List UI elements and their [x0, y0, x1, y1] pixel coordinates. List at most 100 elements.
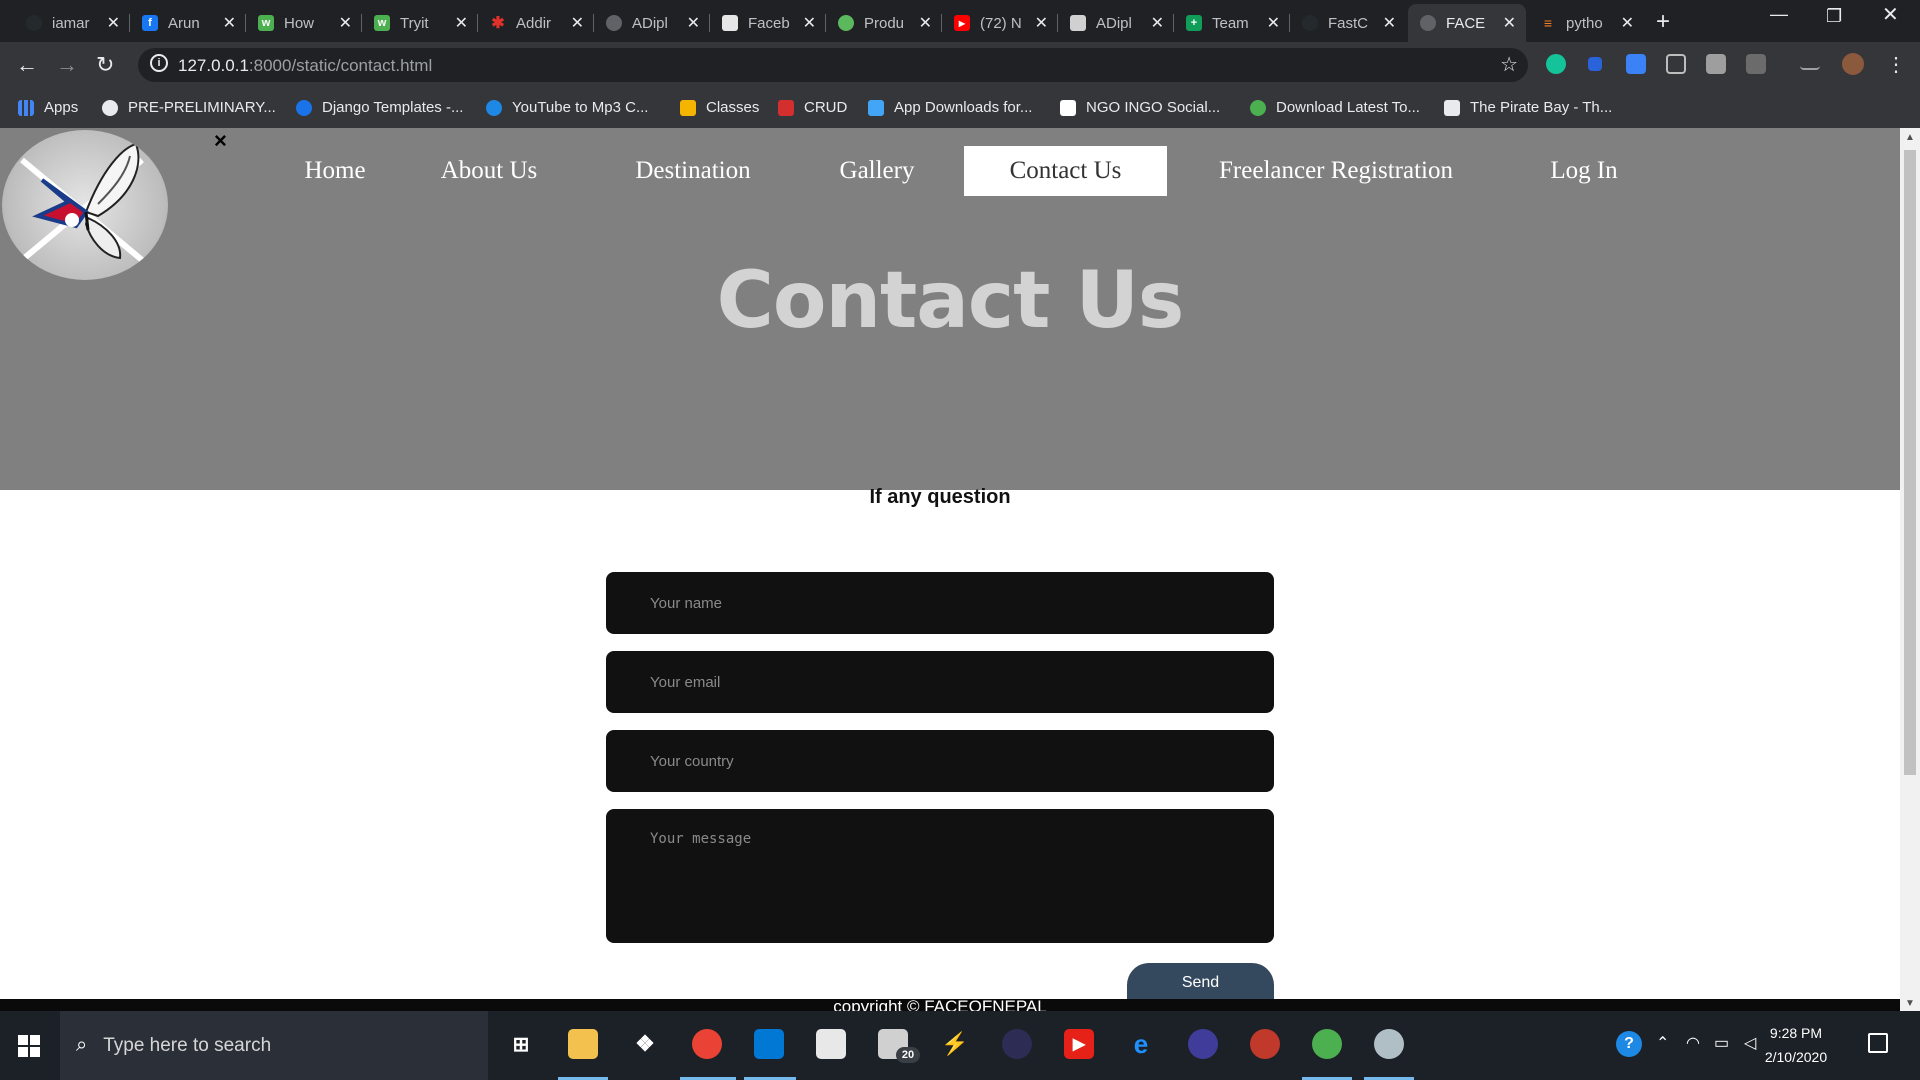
- scroll-up-arrow-icon[interactable]: ▲: [1905, 132, 1915, 143]
- nav-destination[interactable]: Destination: [610, 146, 776, 196]
- close-tab-icon[interactable]: ✕: [803, 13, 816, 33]
- taskbar-search[interactable]: ⌕ Type here to search: [60, 1011, 488, 1080]
- bookmark-star-icon[interactable]: ☆: [1500, 52, 1518, 77]
- forward-arrow-icon[interactable]: →: [56, 52, 78, 78]
- bookmark-item[interactable]: Download Latest To...: [1250, 99, 1420, 116]
- bookmark-item[interactable]: NGO INGO Social...: [1060, 99, 1220, 116]
- message-textarea[interactable]: Your message: [606, 809, 1274, 943]
- bookmark-item[interactable]: The Pirate Bay - Th...: [1444, 99, 1612, 116]
- email-input[interactable]: Your email: [606, 651, 1274, 713]
- app-blue-icon[interactable]: [1188, 1029, 1218, 1059]
- name-input[interactable]: Your name: [606, 572, 1274, 634]
- extension-grey-icon[interactable]: [1706, 54, 1726, 74]
- close-tab-icon[interactable]: ✕: [1035, 13, 1048, 33]
- nav-log-in[interactable]: Log In: [1530, 146, 1638, 196]
- close-tab-icon[interactable]: ✕: [687, 13, 700, 33]
- close-tab-icon[interactable]: ✕: [107, 13, 120, 33]
- browser-tab[interactable]: FastC ✕: [1290, 4, 1406, 42]
- volume-icon[interactable]: ◁: [1744, 1033, 1756, 1053]
- vs-icon[interactable]: ⚡: [940, 1029, 970, 1059]
- store-icon[interactable]: [816, 1029, 846, 1059]
- close-icon[interactable]: ×: [214, 128, 227, 154]
- browser-tab[interactable]: ADipl ✕: [1058, 4, 1174, 42]
- close-tab-icon[interactable]: ✕: [571, 13, 584, 33]
- grammarly-icon[interactable]: [1546, 54, 1566, 74]
- bookmark-item[interactable]: App Downloads for...: [868, 99, 1032, 116]
- youtube-icon[interactable]: ▶: [1064, 1029, 1094, 1059]
- download-cloud-icon: [486, 99, 502, 116]
- dropbox-icon[interactable]: ❖: [630, 1029, 660, 1059]
- vscode-icon[interactable]: [754, 1029, 784, 1059]
- app-grey-icon[interactable]: [1374, 1029, 1404, 1059]
- browser-tab-active[interactable]: FACE ✕: [1408, 4, 1526, 42]
- chrome-icon[interactable]: [692, 1029, 722, 1059]
- browser-tab[interactable]: w How ✕: [246, 4, 362, 42]
- extension-box-icon[interactable]: [1666, 54, 1686, 74]
- bookmark-apps[interactable]: Apps: [18, 99, 78, 116]
- bookmark-item[interactable]: Django Templates -...: [296, 99, 463, 116]
- back-arrow-icon[interactable]: ←: [16, 52, 38, 78]
- browser-tab[interactable]: ✱ Addir ✕: [478, 4, 594, 42]
- nav-freelancer-registration[interactable]: Freelancer Registration: [1208, 146, 1464, 196]
- country-input[interactable]: Your country: [606, 730, 1274, 792]
- help-icon[interactable]: ?: [1616, 1031, 1642, 1057]
- scrollbar-thumb[interactable]: [1904, 150, 1916, 775]
- new-tab-button[interactable]: +: [1656, 8, 1670, 36]
- reload-icon[interactable]: ↻: [96, 52, 114, 78]
- nav-about-us[interactable]: About Us: [418, 146, 560, 196]
- close-window-icon[interactable]: ✕: [1882, 2, 1899, 27]
- browser-tab[interactable]: f Arun ✕: [130, 4, 246, 42]
- utorrent-icon[interactable]: [1312, 1029, 1342, 1059]
- close-tab-icon[interactable]: ✕: [1503, 13, 1516, 33]
- browser-tab[interactable]: ▶ (72) N ✕: [942, 4, 1058, 42]
- browser-tab[interactable]: ADipl ✕: [594, 4, 710, 42]
- browser-tab[interactable]: Faceb ✕: [710, 4, 826, 42]
- browser-tab[interactable]: + Team ✕: [1174, 4, 1290, 42]
- nav-gallery[interactable]: Gallery: [826, 146, 928, 196]
- close-tab-icon[interactable]: ✕: [1267, 13, 1280, 33]
- browser-tab[interactable]: ≡ pytho ✕: [1528, 4, 1644, 42]
- restore-icon[interactable]: ❐: [1826, 6, 1842, 27]
- file-explorer-icon[interactable]: [568, 1029, 598, 1059]
- windows-taskbar: ⌕ Type here to search ⊞ ❖ 20 ⚡ ▶ e ? ⌃ ◠ …: [0, 1011, 1920, 1080]
- close-tab-icon[interactable]: ✕: [919, 13, 932, 33]
- close-tab-icon[interactable]: ✕: [223, 13, 236, 33]
- battery-icon[interactable]: ▭: [1714, 1033, 1729, 1053]
- chevron-up-icon[interactable]: ⌃: [1656, 1033, 1669, 1053]
- bookmark-item[interactable]: PRE-PRELIMINARY...: [102, 99, 276, 116]
- page-scrollbar[interactable]: ▲ ▼: [1900, 128, 1920, 1011]
- bookmark-item[interactable]: YouTube to Mp3 C...: [486, 99, 648, 116]
- address-bar[interactable]: i 127.0.0.1:8000/static/contact.html ☆: [138, 48, 1528, 82]
- media-queue-icon[interactable]: [1800, 54, 1820, 70]
- wifi-icon[interactable]: ◠: [1686, 1033, 1700, 1053]
- notifications-icon[interactable]: [1868, 1033, 1888, 1053]
- browser-tab[interactable]: iamar ✕: [14, 4, 130, 42]
- app-red-icon[interactable]: [1250, 1029, 1280, 1059]
- info-icon[interactable]: i: [150, 54, 168, 72]
- extension-blue-icon[interactable]: [1588, 57, 1602, 71]
- close-tab-icon[interactable]: ✕: [455, 13, 468, 33]
- windows-start-icon[interactable]: [18, 1035, 40, 1057]
- browser-toolbar: ← → ↻ i 127.0.0.1:8000/static/contact.ht…: [0, 42, 1920, 88]
- facebook-extension-icon[interactable]: [1746, 54, 1766, 74]
- bookmark-item[interactable]: CRUD: [778, 99, 847, 116]
- nav-contact-us[interactable]: Contact Us: [964, 146, 1167, 196]
- scroll-down-arrow-icon[interactable]: ▼: [1905, 998, 1915, 1009]
- extension-arrow-icon[interactable]: [1626, 54, 1646, 74]
- close-tab-icon[interactable]: ✕: [339, 13, 352, 33]
- close-tab-icon[interactable]: ✕: [1151, 13, 1164, 33]
- task-view-icon[interactable]: ⊞: [506, 1029, 536, 1059]
- system-clock[interactable]: 9:28 PM 2/10/2020: [1756, 1021, 1836, 1069]
- eclipse-icon[interactable]: [1002, 1029, 1032, 1059]
- browser-tab[interactable]: w Tryit ✕: [362, 4, 478, 42]
- bookmark-item[interactable]: Classes: [680, 99, 759, 116]
- nav-home[interactable]: Home: [270, 146, 400, 196]
- close-tab-icon[interactable]: ✕: [1383, 13, 1396, 33]
- menu-dots-icon[interactable]: ⋮: [1886, 52, 1906, 77]
- browser-tab[interactable]: Produ ✕: [826, 4, 942, 42]
- minimize-icon[interactable]: —: [1770, 4, 1788, 25]
- edge-icon[interactable]: e: [1126, 1029, 1156, 1059]
- close-tab-icon[interactable]: ✕: [1621, 13, 1634, 33]
- profile-avatar[interactable]: [1842, 53, 1864, 75]
- url-text[interactable]: 127.0.0.1:8000/static/contact.html: [178, 56, 432, 76]
